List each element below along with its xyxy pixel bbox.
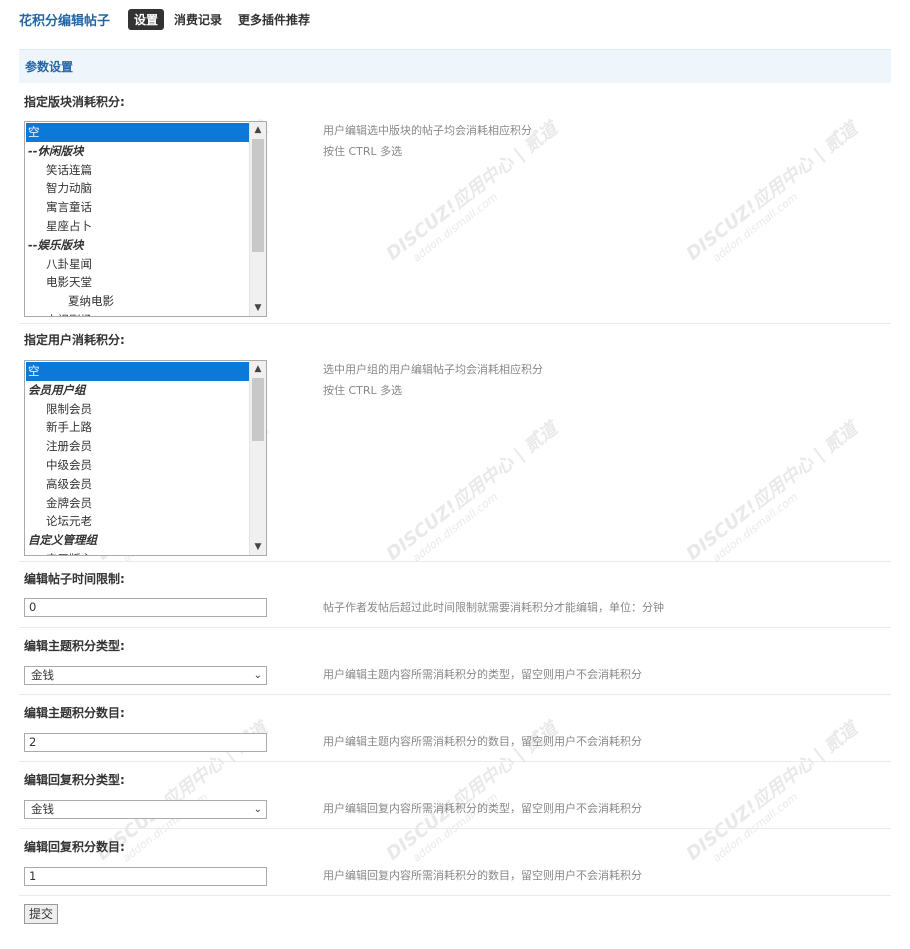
watermark: DISCUZ!应用中心 | 贰道addon.dismall.com bbox=[682, 118, 862, 265]
list-option[interactable]: 空 bbox=[26, 362, 249, 381]
list-option[interactable]: 中级会员 bbox=[26, 456, 249, 475]
list-option[interactable]: 论坛元老 bbox=[26, 512, 249, 531]
usergroups-label: 指定用户消耗积分: bbox=[24, 333, 125, 347]
list-option[interactable]: 电视剧场 bbox=[26, 311, 249, 316]
watermark: DISCUZ!应用中心 | 贰道addon.dismall.com bbox=[382, 418, 562, 565]
list-option[interactable]: 注册会员 bbox=[26, 437, 249, 456]
forums-hint: 用户编辑选中版块的帖子均会消耗相应积分 bbox=[323, 124, 532, 137]
list-option[interactable]: 八卦星闻 bbox=[26, 255, 249, 274]
list-option[interactable]: 自定义管理组 bbox=[26, 531, 249, 550]
list-option[interactable]: 电影天堂 bbox=[26, 273, 249, 292]
thread-credit-type-select[interactable]: 金钱 ⌄ bbox=[24, 666, 267, 685]
divider bbox=[19, 561, 891, 562]
submit-button[interactable]: 提交 bbox=[24, 904, 58, 924]
usergroups-options: 空会员用户组 限制会员 新手上路 注册会员 中级会员 高级会员 金牌会员 论坛元老 自定义管理组… bbox=[26, 362, 249, 555]
thread-credit-type-value: 金钱 bbox=[31, 668, 54, 682]
app-title: 花积分编辑帖子 bbox=[19, 13, 111, 29]
list-option[interactable]: 限制会员 bbox=[26, 400, 249, 419]
forums-listbox[interactable]: 空 --休闲版块 笑话连篇 智力动脑 寓言童话 星座占卜 --娱乐版块 八卦星闻 电影天堂 夏纳电… bbox=[24, 121, 267, 317]
list-option[interactable]: 智力动脑 bbox=[26, 179, 249, 198]
list-option[interactable]: 笑话连篇 bbox=[26, 161, 249, 180]
tab-more-plugins[interactable]: 更多插件推荐 bbox=[232, 9, 316, 30]
tab-settings[interactable]: 设置 bbox=[128, 8, 165, 30]
scroll-thumb[interactable] bbox=[252, 139, 264, 252]
usergroups-hint: 选中用户组的用户编辑帖子均会消耗相应积分 bbox=[323, 363, 543, 376]
thread-credit-type-label: 编辑主题积分类型: bbox=[24, 639, 125, 653]
scroll-down-icon[interactable]: ▼ bbox=[250, 539, 266, 555]
reply-credit-type-value: 金钱 bbox=[31, 802, 54, 816]
watermark: DISCUZ!应用中心 | 贰道addon.dismall.com bbox=[682, 418, 862, 565]
forums-label: 指定版块消耗积分: bbox=[24, 95, 125, 109]
reply-credit-type-label: 编辑回复积分类型: bbox=[24, 773, 125, 787]
time-limit-label: 编辑帖子时间限制: bbox=[24, 572, 125, 586]
reply-credit-amount-input[interactable]: 1 bbox=[24, 867, 267, 886]
time-limit-input[interactable]: 0 bbox=[24, 598, 267, 617]
thread-credit-amount-input[interactable]: 2 bbox=[24, 733, 267, 752]
list-option[interactable]: 实习版主 bbox=[26, 550, 249, 555]
scroll-up-icon[interactable]: ▲ bbox=[250, 361, 266, 377]
chevron-down-icon: ⌄ bbox=[253, 670, 262, 681]
scroll-thumb[interactable] bbox=[252, 378, 264, 441]
thread-credit-type-hint: 用户编辑主题内容所需消耗积分的类型，留空则用户不会消耗积分 bbox=[323, 668, 642, 681]
divider bbox=[19, 694, 891, 695]
watermark: DISCUZ!应用中心 | 贰道addon.dismall.com bbox=[682, 718, 862, 865]
list-option[interactable]: 寓言童话 bbox=[26, 198, 249, 217]
scrollbar[interactable]: ▲ ▼ bbox=[249, 361, 266, 555]
reply-credit-amount-hint: 用户编辑回复内容所需消耗积分的数目，留空则用户不会消耗积分 bbox=[323, 869, 642, 882]
forums-options: 空 --休闲版块 笑话连篇 智力动脑 寓言童话 星座占卜 --娱乐版块 八卦星闻 电影天堂 夏纳电… bbox=[26, 123, 249, 316]
thread-credit-amount-label: 编辑主题积分数目: bbox=[24, 706, 125, 720]
top-nav: 花积分编辑帖子 设置 消费记录 更多插件推荐 bbox=[19, 8, 320, 30]
list-option[interactable]: 高级会员 bbox=[26, 475, 249, 494]
list-option[interactable]: --娱乐版块 bbox=[26, 236, 249, 255]
divider bbox=[19, 761, 891, 762]
reply-credit-type-hint: 用户编辑回复内容所需消耗积分的类型，留空则用户不会消耗积分 bbox=[323, 802, 642, 815]
divider bbox=[19, 895, 891, 896]
list-option[interactable]: --休闲版块 bbox=[26, 142, 249, 161]
list-option[interactable]: 金牌会员 bbox=[26, 494, 249, 513]
usergroups-hint-ctrl: 按住 CTRL 多选 bbox=[323, 384, 403, 397]
chevron-down-icon: ⌄ bbox=[253, 804, 262, 815]
divider bbox=[19, 323, 891, 324]
reply-credit-amount-label: 编辑回复积分数目: bbox=[24, 840, 125, 854]
divider bbox=[19, 627, 891, 628]
thread-credit-amount-hint: 用户编辑主题内容所需消耗积分的数目，留空则用户不会消耗积分 bbox=[323, 735, 642, 748]
tab-consumption-records[interactable]: 消费记录 bbox=[168, 9, 228, 30]
list-option[interactable]: 夏纳电影 bbox=[26, 292, 249, 311]
list-option[interactable]: 星座占卜 bbox=[26, 217, 249, 236]
section-header: 参数设置 bbox=[19, 49, 891, 83]
usergroups-listbox[interactable]: 空会员用户组 限制会员 新手上路 注册会员 中级会员 高级会员 金牌会员 论坛元老 自定义管理组… bbox=[24, 360, 267, 556]
scroll-down-icon[interactable]: ▼ bbox=[250, 300, 266, 316]
reply-credit-type-select[interactable]: 金钱 ⌄ bbox=[24, 800, 267, 819]
list-option[interactable]: 新手上路 bbox=[26, 418, 249, 437]
scrollbar[interactable]: ▲ ▼ bbox=[249, 122, 266, 316]
divider bbox=[19, 828, 891, 829]
time-limit-hint: 帖子作者发帖后超过此时间限制就需要消耗积分才能编辑，单位：分钟 bbox=[323, 601, 664, 614]
forums-hint-ctrl: 按住 CTRL 多选 bbox=[323, 145, 403, 158]
list-option[interactable]: 空 bbox=[26, 123, 249, 142]
list-option[interactable]: 会员用户组 bbox=[26, 381, 249, 400]
scroll-up-icon[interactable]: ▲ bbox=[250, 122, 266, 138]
section-title: 参数设置 bbox=[25, 60, 74, 74]
